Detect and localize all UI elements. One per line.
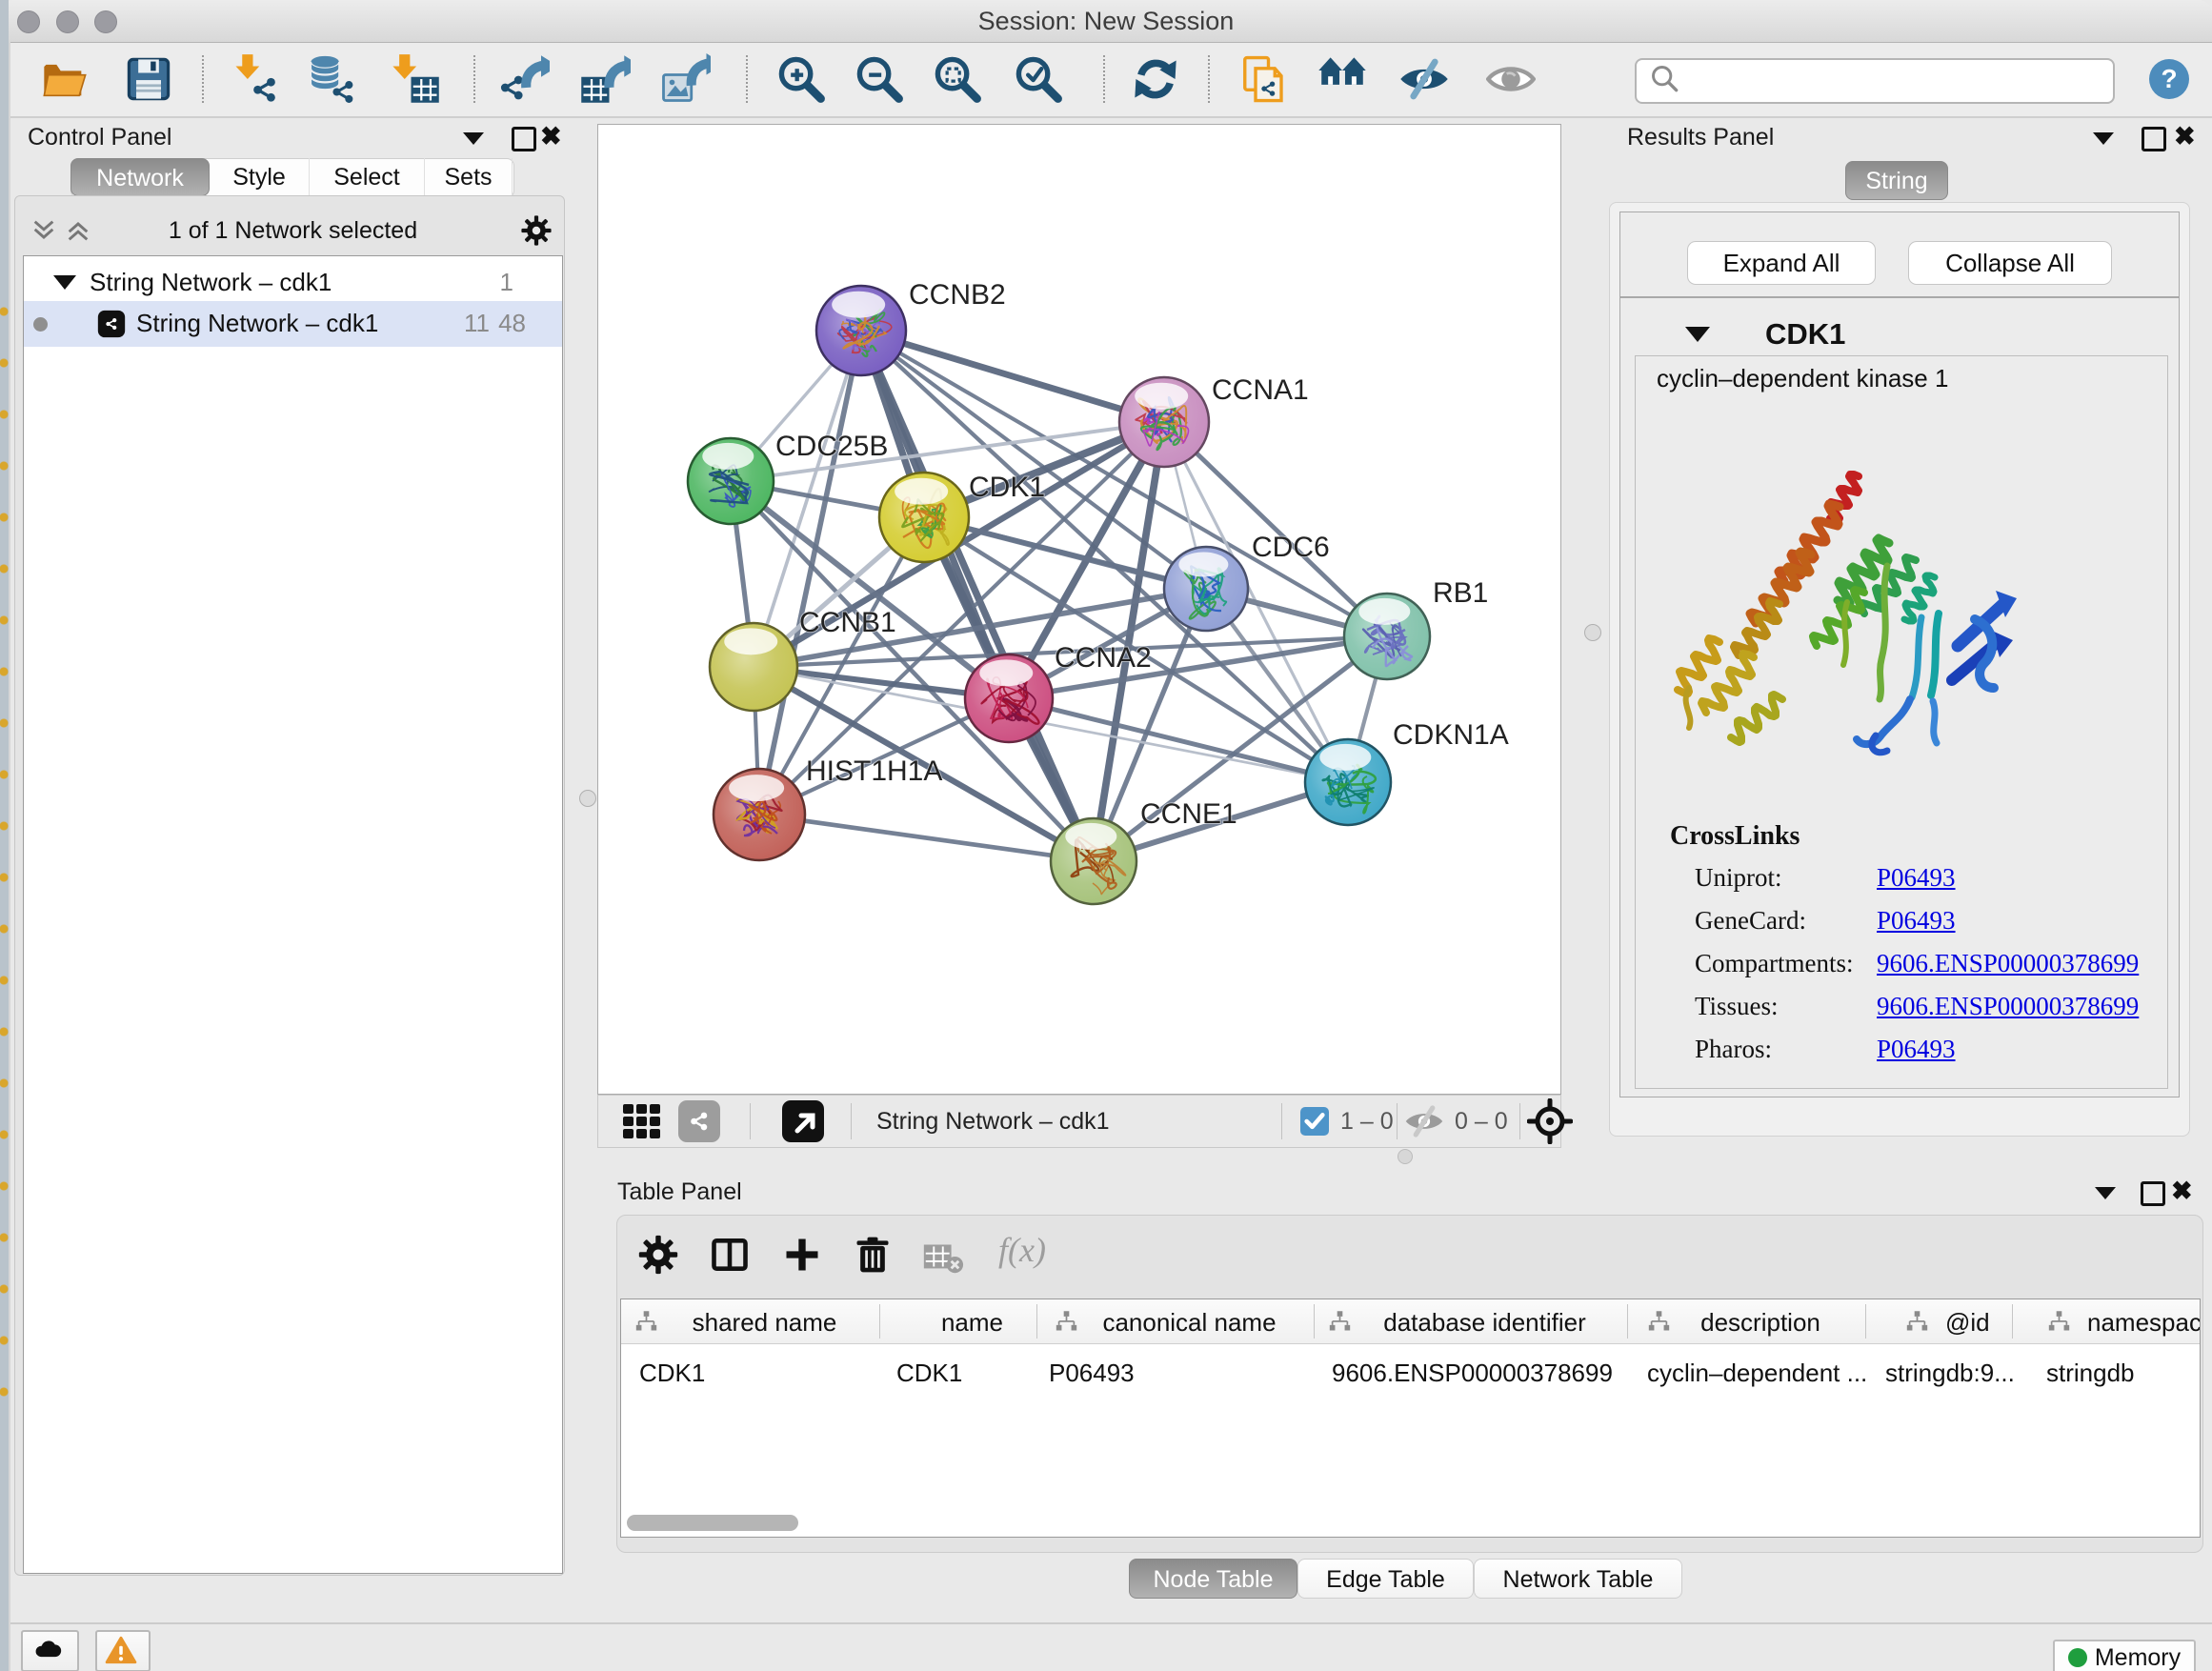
svg-text:CCNA1: CCNA1 bbox=[1212, 374, 1309, 406]
svg-text:CCNB1: CCNB1 bbox=[799, 607, 896, 638]
svg-text:CCNE1: CCNE1 bbox=[1140, 798, 1237, 830]
svg-text:?: ? bbox=[2161, 64, 2177, 93]
svg-text:CCNA2: CCNA2 bbox=[1055, 642, 1152, 674]
svg-text:RB1: RB1 bbox=[1433, 577, 1488, 609]
svg-text:CDK1: CDK1 bbox=[969, 472, 1045, 503]
svg-text:CDKN1A: CDKN1A bbox=[1393, 719, 1509, 751]
svg-text:CDC6: CDC6 bbox=[1252, 532, 1330, 563]
svg-text:CCNB2: CCNB2 bbox=[909, 279, 1006, 311]
svg-text:CDC25B: CDC25B bbox=[775, 431, 888, 462]
svg-text:HIST1H1A: HIST1H1A bbox=[806, 755, 942, 787]
